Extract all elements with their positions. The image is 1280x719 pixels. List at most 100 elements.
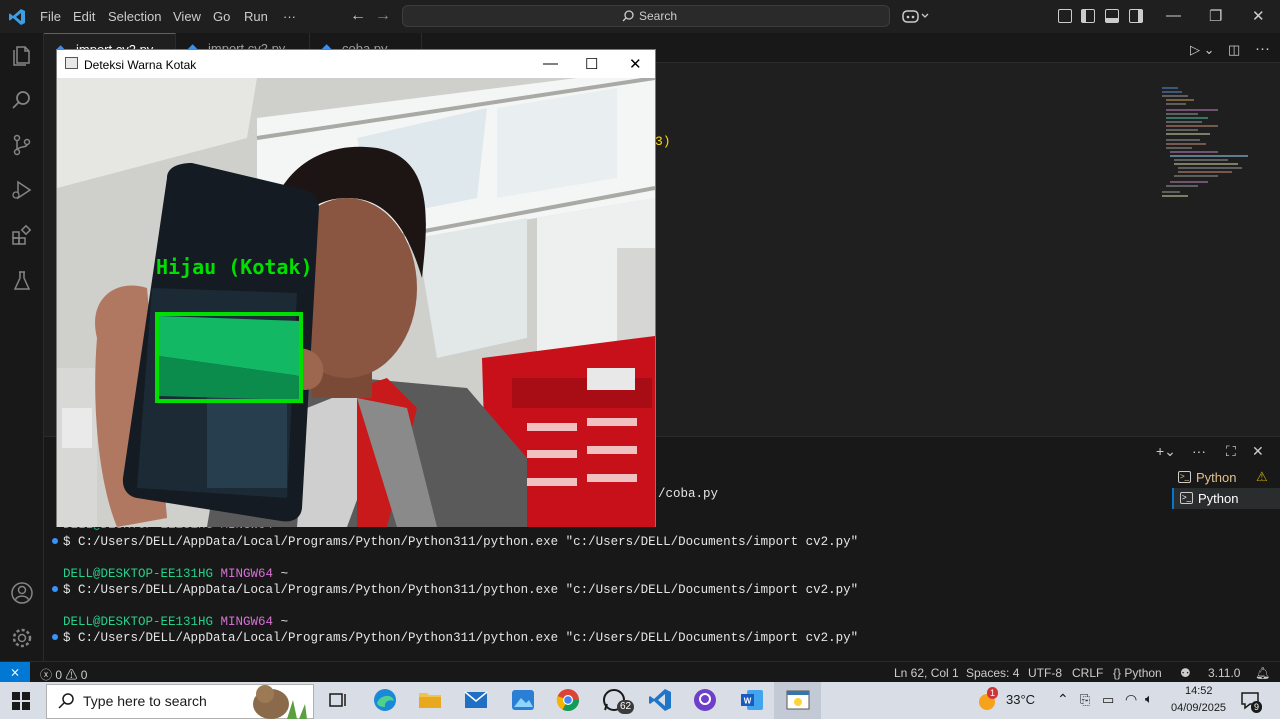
language-mode[interactable]: {} Python bbox=[1113, 666, 1162, 680]
terminal-prompt: DELL@DESKTOP-EE131HG MINGW64 ~ bbox=[63, 615, 289, 629]
split-editor-icon[interactable]: ◫ bbox=[1228, 42, 1240, 58]
editor-more-actions-icon[interactable]: ··· bbox=[1255, 40, 1270, 57]
detection-label: Hijau (Kotak) bbox=[156, 255, 313, 279]
run-debug-icon[interactable] bbox=[10, 178, 34, 202]
close-icon[interactable]: ✕ bbox=[1252, 7, 1265, 25]
settings-gear-icon[interactable] bbox=[10, 626, 34, 650]
search-icon bbox=[622, 10, 634, 22]
minimap[interactable] bbox=[1158, 85, 1268, 205]
windows-taskbar: Type here to search 62 W 1 33°C ⌃ ⎘ ▭ ◠ … bbox=[0, 682, 1280, 719]
python-version[interactable]: 3.11.0 bbox=[1208, 666, 1240, 680]
photos-icon[interactable] bbox=[510, 687, 536, 713]
run-python-file-button[interactable]: ▷ ⌄ bbox=[1190, 42, 1215, 58]
minimize-icon[interactable]: — bbox=[1166, 7, 1181, 24]
opencv-window-title: Deteksi Warna Kotak bbox=[84, 58, 197, 72]
search-view-icon[interactable] bbox=[10, 88, 34, 112]
command-status-dot bbox=[52, 586, 58, 592]
forward-arrow-icon[interactable]: → bbox=[375, 7, 391, 25]
svg-text:W: W bbox=[744, 697, 752, 706]
activity-bar bbox=[0, 33, 44, 661]
clock-date[interactable]: 04/09/2025 bbox=[1171, 702, 1226, 714]
terminal-icon: >_ bbox=[1178, 471, 1191, 483]
cursor-position[interactable]: Ln 62, Col 1 bbox=[894, 666, 959, 680]
restore-icon[interactable]: ❐ bbox=[1209, 7, 1222, 25]
taskbar-search-icon bbox=[58, 693, 74, 709]
terminal-command-line: $ C:/Users/DELL/AppData/Local/Programs/P… bbox=[63, 583, 859, 597]
wifi-icon[interactable]: ◠ bbox=[1125, 691, 1137, 708]
webcam-scene-image bbox=[57, 78, 655, 527]
taskbar-search-placeholder: Type here to search bbox=[83, 693, 207, 709]
battery-icon[interactable]: ▭ bbox=[1102, 692, 1114, 708]
terminal-list-label: Python bbox=[1198, 491, 1239, 506]
command-status-dot bbox=[52, 634, 58, 640]
opencv-window-titlebar[interactable]: Deteksi Warna Kotak — ☐ ✕ bbox=[57, 50, 655, 78]
terminal-list-item-python[interactable]: >_ Python bbox=[1172, 488, 1280, 509]
accounts-icon[interactable] bbox=[10, 581, 34, 605]
terminal-output-fragment: /coba.py bbox=[658, 487, 719, 501]
opencv-window[interactable]: Deteksi Warna Kotak — ☐ ✕ Hijau (Kotak) bbox=[56, 49, 656, 527]
close-panel-icon[interactable]: ✕ bbox=[1252, 443, 1264, 460]
remote-indicator-icon[interactable]: ⨯ bbox=[0, 662, 30, 683]
problems-status[interactable]: ⓧ 0 ⚠ 0 bbox=[40, 666, 87, 683]
status-bar: ⨯ ⓧ 0 ⚠ 0 Ln 62, Col 1 Spaces: 4 UTF-8 C… bbox=[0, 661, 1280, 683]
copilot-status-icon[interactable]: ⚉ bbox=[1180, 666, 1191, 680]
title-bar: File Edit Selection View Go Run ··· ← → … bbox=[0, 0, 1280, 33]
maximize-panel-icon[interactable]: ⛶ bbox=[1226, 443, 1236, 460]
indentation-status[interactable]: Spaces: 4 bbox=[966, 666, 1019, 680]
explorer-icon[interactable] bbox=[10, 44, 34, 68]
detection-bounding-box bbox=[155, 312, 303, 403]
weather-alert-badge: 1 bbox=[987, 687, 999, 699]
weather-temperature[interactable]: 33°C bbox=[1006, 692, 1035, 707]
clock-time[interactable]: 14:52 bbox=[1185, 685, 1213, 697]
task-view-icon[interactable] bbox=[325, 687, 351, 713]
menu-go[interactable]: Go bbox=[213, 9, 230, 24]
extensions-icon[interactable] bbox=[10, 224, 34, 248]
terminal-command-line: $ C:/Users/DELL/AppData/Local/Programs/P… bbox=[63, 631, 859, 645]
meet-now-icon[interactable]: ⎘ bbox=[1080, 692, 1090, 708]
terminal-list-item-python-warning[interactable]: >_ Python ⚠ bbox=[1172, 467, 1280, 488]
terminal-command-line: $ C:/Users/DELL/AppData/Local/Programs/P… bbox=[63, 535, 859, 549]
command-status-dot bbox=[52, 538, 58, 544]
terminal-list-label: Python bbox=[1196, 470, 1237, 485]
cv-minimize-icon[interactable]: — bbox=[543, 55, 558, 72]
chrome-icon[interactable] bbox=[555, 687, 581, 713]
toggle-secondary-sidebar-icon[interactable] bbox=[1129, 9, 1143, 23]
vscode-logo-icon bbox=[9, 9, 25, 25]
word-icon[interactable]: W bbox=[739, 687, 765, 713]
mail-icon[interactable] bbox=[463, 687, 489, 713]
menu-edit[interactable]: Edit bbox=[73, 9, 95, 24]
menu-selection[interactable]: Selection bbox=[108, 9, 161, 24]
volume-icon[interactable]: 🔈︎ bbox=[1145, 691, 1153, 707]
customize-layout-icon[interactable] bbox=[1058, 9, 1072, 23]
window-app-icon bbox=[65, 57, 78, 69]
eol-status[interactable]: CRLF bbox=[1072, 666, 1103, 680]
code-line-fragment: 3) bbox=[655, 134, 671, 149]
testing-flask-icon[interactable] bbox=[10, 269, 34, 293]
menu-more[interactable]: ··· bbox=[283, 9, 296, 24]
terminal-icon: >_ bbox=[1180, 492, 1193, 504]
notification-count-badge: 9 bbox=[1251, 701, 1263, 713]
source-control-icon[interactable] bbox=[10, 133, 34, 157]
toggle-panel-icon[interactable] bbox=[1105, 9, 1119, 23]
menu-view[interactable]: View bbox=[173, 9, 201, 24]
search-placeholder: Search bbox=[639, 9, 678, 23]
terminal-more-icon[interactable]: ··· bbox=[1192, 443, 1206, 459]
new-terminal-button[interactable]: +⌄ bbox=[1156, 443, 1176, 460]
notifications-bell-icon[interactable]: 🔔︎ bbox=[1255, 666, 1270, 680]
cv-close-icon[interactable]: ✕ bbox=[629, 55, 642, 73]
edge-browser-icon[interactable] bbox=[372, 687, 398, 713]
file-explorer-icon[interactable] bbox=[417, 687, 443, 713]
python-window-icon[interactable] bbox=[785, 687, 811, 713]
menu-file[interactable]: File bbox=[40, 9, 61, 24]
show-hidden-icons-icon[interactable]: ⌃ bbox=[1057, 691, 1069, 708]
github-desktop-icon[interactable] bbox=[692, 687, 718, 713]
encoding-status[interactable]: UTF-8 bbox=[1028, 666, 1062, 680]
cv-maximize-icon[interactable]: ☐ bbox=[585, 55, 598, 73]
back-arrow-icon[interactable]: ← bbox=[350, 7, 366, 25]
vscode-taskbar-icon[interactable] bbox=[647, 687, 673, 713]
terminal-prompt: DELL@DESKTOP-EE131HG MINGW64 ~ bbox=[63, 567, 289, 581]
copilot-icon[interactable] bbox=[902, 8, 930, 24]
toggle-primary-sidebar-icon[interactable] bbox=[1081, 9, 1095, 23]
windows-start-icon[interactable] bbox=[12, 692, 30, 710]
menu-run[interactable]: Run bbox=[244, 9, 268, 24]
